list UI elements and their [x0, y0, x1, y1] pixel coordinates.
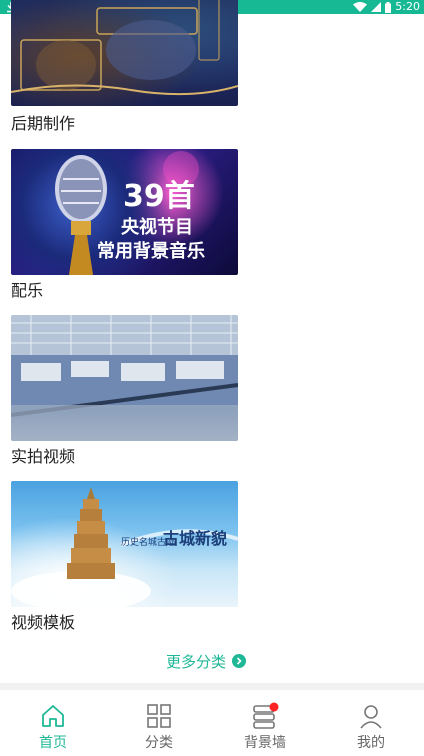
status-system: 5:20	[353, 0, 420, 14]
signal-icon	[371, 2, 382, 12]
status-time: 5:20	[395, 0, 420, 13]
tab-profile-label: 我的	[357, 735, 385, 751]
wall-icon	[253, 702, 279, 729]
section-divider	[0, 683, 424, 690]
card-music-image[interactable]: 39首 央视节目 常用背景音乐	[11, 149, 238, 275]
more-categories-link[interactable]: 更多分类	[166, 650, 247, 672]
exhibition-hall-thumbnail	[11, 315, 238, 441]
card-label-music[interactable]: 配乐	[11, 281, 43, 301]
card-label-video-template[interactable]: 视频模板	[11, 613, 75, 633]
tab-categories-label: 分类	[145, 735, 173, 751]
tab-categories[interactable]: 分类	[106, 690, 212, 756]
music-title-line2: 常用背景音乐	[97, 241, 205, 262]
music-title-line1: 央视节目	[121, 217, 193, 238]
battery-icon	[385, 1, 392, 13]
card-post-production-image[interactable]	[11, 0, 238, 106]
chevron-right-icon	[232, 654, 247, 668]
template-overlay-big: 古城新貌	[163, 529, 228, 548]
post-production-thumbnail	[11, 0, 238, 96]
notification-badge	[269, 702, 279, 712]
wifi-icon	[353, 2, 368, 12]
tab-profile[interactable]: 我的	[318, 690, 424, 756]
music-title-number: 39首	[123, 179, 195, 214]
tab-home[interactable]: 首页	[0, 690, 106, 756]
card-label-post-production[interactable]: 后期制作	[11, 114, 75, 134]
bottom-tab-bar: 首页 分类 背景墙 我的	[0, 690, 424, 756]
grid-icon	[147, 704, 171, 728]
more-categories-label: 更多分类	[166, 652, 227, 671]
home-icon	[42, 705, 64, 727]
tab-background-wall-label: 背景墙	[244, 735, 286, 751]
card-live-video-image[interactable]	[11, 315, 238, 441]
tab-home-label: 首页	[39, 735, 67, 751]
tab-background-wall[interactable]: 背景墙	[212, 690, 318, 756]
card-label-live-video[interactable]: 实拍视频	[11, 447, 75, 467]
card-video-template-image[interactable]: 历史名城古迹 古城新貌	[11, 481, 238, 607]
user-icon	[360, 705, 382, 729]
